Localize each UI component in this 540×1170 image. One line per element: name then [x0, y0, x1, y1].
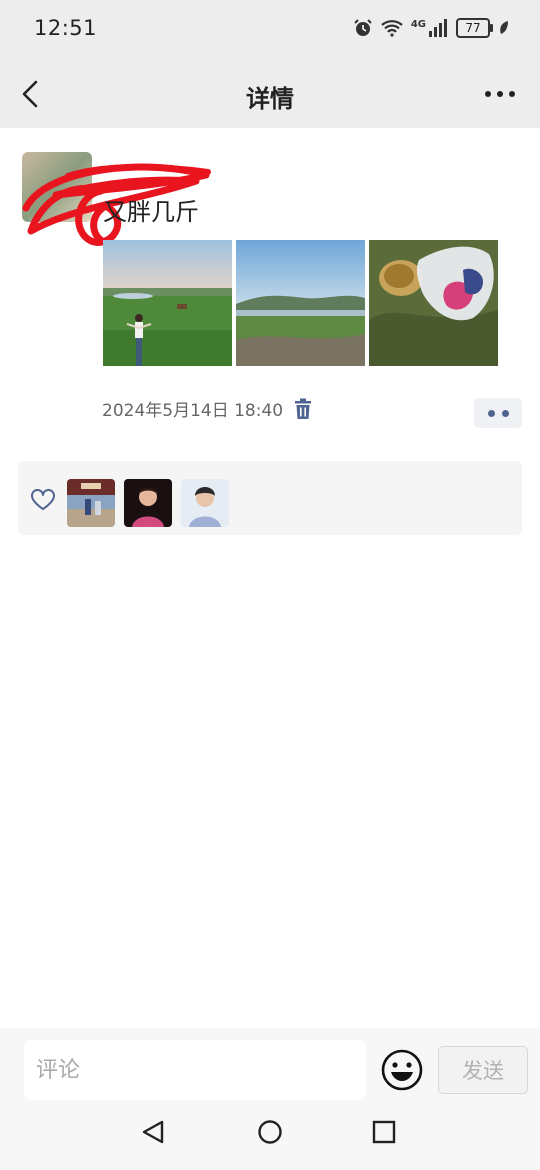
post-meta: 2024年5月14日 18:40 [102, 396, 313, 421]
likes-panel [18, 461, 522, 535]
dot [501, 409, 509, 417]
nav-bar: 详情 [0, 60, 540, 128]
alarm-icon [354, 19, 372, 36]
wifi-icon [381, 20, 403, 37]
home-circle-icon[interactable] [252, 1114, 288, 1150]
status-time: 12:51 [34, 16, 98, 40]
post-timestamp: 2024年5月14日 18:40 [102, 401, 284, 421]
signal-icon [429, 19, 447, 37]
liker-1-avatar[interactable] [67, 479, 115, 527]
network-label: 4G [410, 18, 426, 30]
status-icons: 4G 77 [353, 18, 510, 38]
ellipsis-icon[interactable] [480, 76, 520, 112]
send-button[interactable]: 发送 [438, 1046, 528, 1094]
heart-icon [31, 489, 55, 510]
liker-2-avatar[interactable] [124, 479, 172, 527]
bag-on-grass-photo[interactable] [369, 240, 498, 366]
status-bar: 12:51 4G 77 [0, 0, 540, 60]
post-text: 又胖几斤 [103, 198, 199, 226]
field-person-photo[interactable] [103, 240, 232, 366]
river-landscape-photo[interactable] [236, 240, 365, 366]
emoji-icon[interactable] [380, 1048, 424, 1092]
photo-grid [103, 240, 498, 366]
post-detail: 又胖几斤 2024年5月14日 18:40 [0, 128, 540, 1028]
leaf-icon [500, 21, 508, 34]
system-nav-bar [0, 1094, 540, 1170]
post-actions-button[interactable] [474, 398, 522, 428]
page-title: 详情 [246, 85, 294, 113]
battery-icon: 77 [456, 18, 493, 38]
back-triangle-icon[interactable] [136, 1114, 172, 1150]
recents-square-icon[interactable] [366, 1114, 402, 1150]
liker-3-avatar[interactable] [181, 479, 229, 527]
trash-icon[interactable] [293, 398, 313, 420]
comment-input[interactable] [24, 1040, 366, 1100]
dot [487, 409, 495, 417]
